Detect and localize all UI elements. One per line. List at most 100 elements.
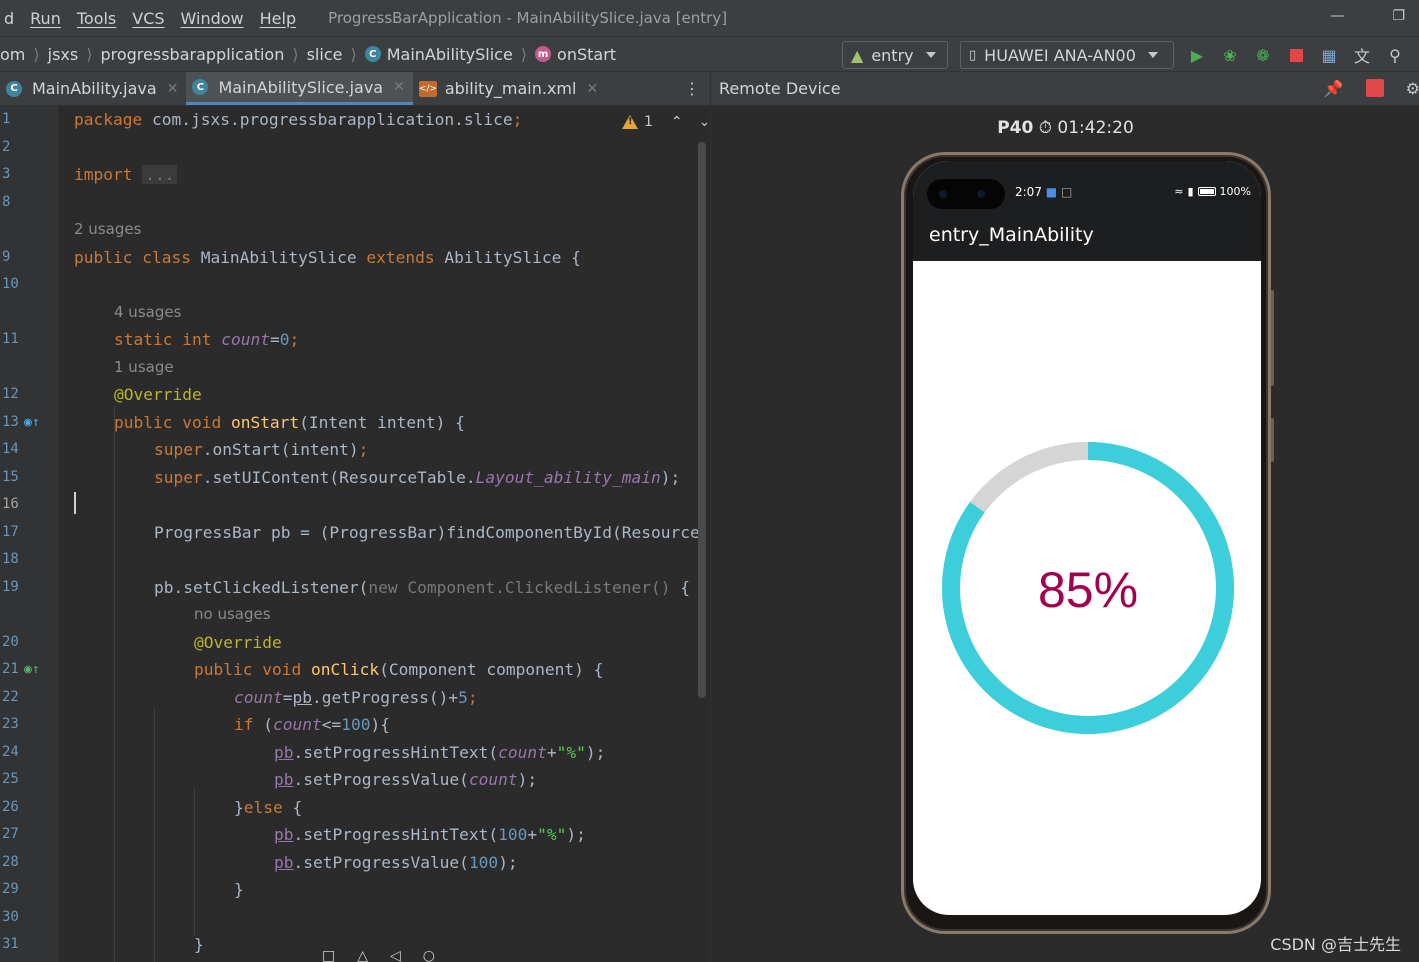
folded-code[interactable]: ... <box>142 165 178 184</box>
gutter-line: 2 <box>0 134 58 162</box>
tab-mainabilityslice[interactable]: C MainAbilitySlice.java ✕ <box>186 72 413 105</box>
code-token: .setProgressHintText( <box>293 742 499 762</box>
chevron-down-icon[interactable]: ⌄ <box>699 114 710 130</box>
menu-item-vcs[interactable]: VCS <box>124 9 172 28</box>
module-selector[interactable]: ▲ entry <box>842 41 948 69</box>
usages-hint[interactable]: 2 usages <box>74 216 141 244</box>
override-marker-icon[interactable]: ◉↑ <box>24 409 40 437</box>
line-number: 17 <box>2 523 19 540</box>
code-token: static int <box>114 330 212 349</box>
search-icon[interactable]: ⚲ <box>1385 45 1405 65</box>
breadcrumb-item[interactable]: onStart <box>557 45 616 64</box>
code-token: public void <box>194 660 302 679</box>
stop-icon[interactable] <box>1286 45 1306 65</box>
menu-item-help[interactable]: Help <box>252 9 304 28</box>
gutter-line <box>0 601 58 629</box>
usages-hint[interactable]: no usages <box>194 601 271 629</box>
line-number: 16 <box>2 496 19 512</box>
code-token: 100 <box>341 715 371 734</box>
attach-debugger-icon[interactable]: ❁ <box>1253 45 1273 65</box>
code-token: ; <box>289 330 300 349</box>
close-icon[interactable]: ✕ <box>586 81 598 97</box>
code-token: ( <box>253 715 273 734</box>
code-token: new Component.ClickedListener() <box>368 577 671 597</box>
breadcrumb: om ⟩ jsxs ⟩ progressbarapplication ⟩ slice ⟩… <box>0 45 616 64</box>
minimize-icon[interactable]: — <box>1330 8 1344 24</box>
back-icon[interactable]: ◁ <box>390 948 401 962</box>
wifi-icon: ≈ <box>1174 185 1184 198</box>
gutter-line: 13 ◉↑ <box>0 409 58 437</box>
menu-item-build[interactable]: d <box>0 9 22 28</box>
code-line: public void onClick(Component component)… <box>194 656 603 684</box>
progress-hint-text: 85% <box>1038 562 1138 618</box>
more-options-icon[interactable]: ⋮ <box>674 72 710 105</box>
code-line: }else { <box>234 794 302 822</box>
code-token: MainAbilitySlice <box>190 247 367 267</box>
timer-icon: ⏱ <box>1038 118 1053 138</box>
usages-hint[interactable]: 4 usages <box>114 299 181 327</box>
code-token: + <box>546 742 557 762</box>
gutter-line: 19 <box>0 574 58 602</box>
breadcrumb-item[interactable]: progressbarapplication <box>100 45 284 64</box>
code-editor[interactable]: 1 2 3 8 9 10 11 12 13 ◉↑ 14 15 16 17 18 19 20 21 ◉↑ 22 23 24 2… <box>0 106 710 962</box>
panel-actions: 📌 ⚙ <box>1324 79 1419 98</box>
code-token: + <box>527 825 538 844</box>
breadcrumb-item[interactable]: jsxs <box>48 45 79 64</box>
status-time: 2:07 ■ □ <box>1015 185 1072 199</box>
usages-hint[interactable]: 1 usage <box>114 354 174 382</box>
code-line: count=pb.getProgress()+5; <box>234 684 478 712</box>
close-icon[interactable]: ✕ <box>167 81 179 97</box>
home-icon[interactable]: ○ <box>423 948 435 962</box>
tab-label: MainAbility.java <box>32 79 157 98</box>
warning-count: 1 <box>644 114 653 130</box>
debug-icon[interactable]: ❀ <box>1220 45 1240 65</box>
restore-icon[interactable]: ❐ <box>1392 8 1405 24</box>
inspection-widget[interactable]: 1 ⌃ ⌄ <box>622 114 710 130</box>
breadcrumb-item[interactable]: MainAbilitySlice <box>387 45 513 64</box>
gutter-line: 21 ◉↑ <box>0 656 58 684</box>
editor-scrollbar[interactable] <box>698 142 706 698</box>
line-number: 18 <box>2 551 19 567</box>
notification-icon: ■ <box>1045 185 1058 199</box>
round-progress-bar[interactable]: 85% <box>941 441 1235 735</box>
phone-screen[interactable]: 2:07 ■ □ ≈ ▮ 100% entry_MainAbility 85% <box>913 161 1261 915</box>
override-marker-icon[interactable]: ◉↑ <box>24 656 40 684</box>
chevron-up-icon[interactable]: ⌃ <box>671 114 683 130</box>
gutter-line: 17 <box>0 519 58 547</box>
breadcrumb-separator: ⟩ <box>86 44 93 64</box>
run-icon[interactable]: ▶ <box>1187 45 1207 65</box>
gutter-line: 20 <box>0 629 58 657</box>
breadcrumb-item[interactable]: om <box>0 45 25 64</box>
menu-item-window[interactable]: Window <box>173 9 252 28</box>
gutter-line: 14 <box>0 436 58 464</box>
code-token: @Override <box>114 385 202 404</box>
code-token: count <box>498 742 547 762</box>
camera-cutout <box>927 179 1005 209</box>
code-line: public class MainAbilitySlice extends Ab… <box>74 244 581 272</box>
line-number: 19 <box>2 578 19 595</box>
code-line: pb.setProgressHintText(count+"%"); <box>274 739 605 767</box>
line-number: 21 <box>2 661 19 677</box>
gear-icon[interactable]: ⚙ <box>1406 79 1419 98</box>
breadcrumb-item[interactable]: slice <box>307 45 343 64</box>
code-token: count <box>234 687 283 707</box>
menu-item-run[interactable]: Run <box>22 9 69 28</box>
close-icon[interactable]: ✕ <box>393 79 405 95</box>
line-number: 8 <box>2 193 11 210</box>
stop-icon[interactable] <box>1365 79 1384 97</box>
tab-ability-main-xml[interactable]: </> ability_main.xml ✕ <box>413 72 606 105</box>
line-number: 20 <box>2 633 19 650</box>
menu-item-tools[interactable]: Tools <box>69 9 124 28</box>
code-token: pb <box>274 852 294 872</box>
device-selector[interactable]: ▯ HUAWEI ANA-AN00 <box>960 41 1174 69</box>
line-number: 28 <box>2 853 19 870</box>
translate-icon[interactable]: 文 <box>1352 45 1372 66</box>
module-icon: ▲ <box>851 45 864 65</box>
recent-apps-icon[interactable]: □ <box>322 948 335 962</box>
project-structure-icon[interactable]: ▦ <box>1319 45 1339 65</box>
code-token: import <box>74 165 133 184</box>
tab-mainability[interactable]: C MainAbility.java ✕ <box>0 72 186 105</box>
screenshot-icon[interactable]: △ <box>357 948 368 962</box>
code-token: 100 <box>468 852 499 872</box>
pin-icon[interactable]: 📌 <box>1324 79 1344 98</box>
